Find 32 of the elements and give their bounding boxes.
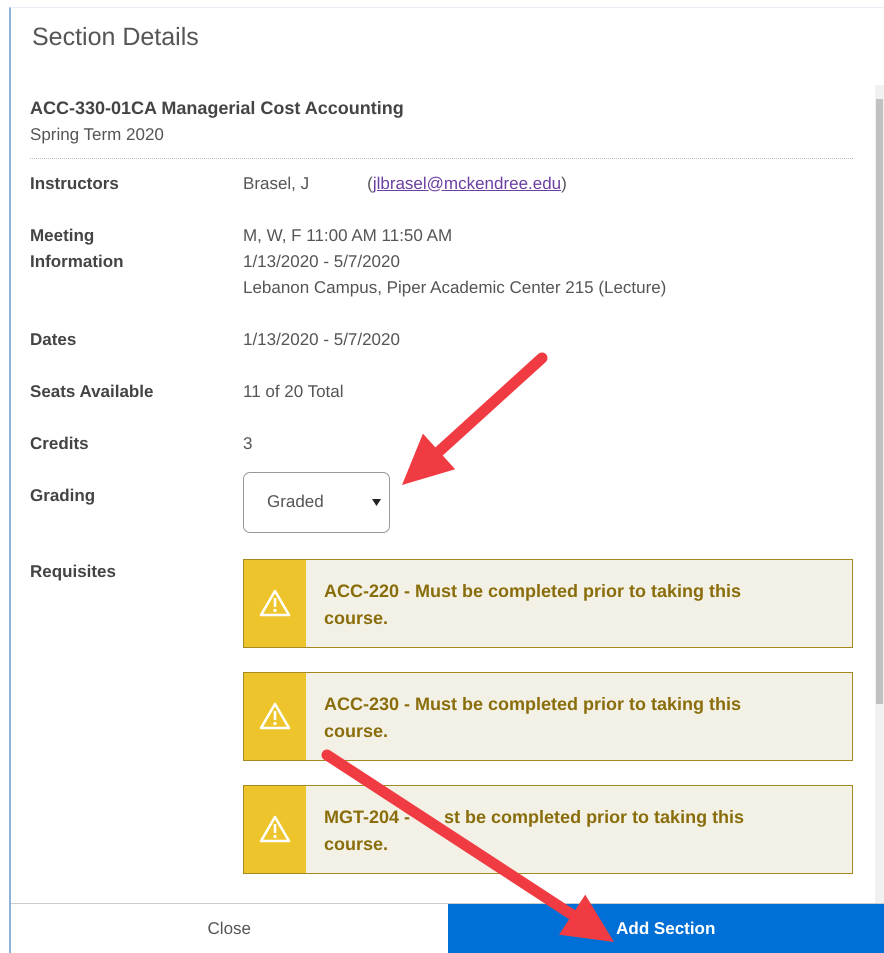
dialog-title: Section Details <box>31 22 200 53</box>
course-title: ACC-330-01CA Managerial Cost Accounting <box>30 97 405 120</box>
scrollbar[interactable] <box>875 85 884 903</box>
warning-icon <box>258 814 292 844</box>
warning-icon <box>258 701 292 731</box>
term-text: Spring Term 2020 <box>30 124 165 146</box>
meeting-text: Lebanon Campus, Piper Academic Center 215 (Lecture) <box>243 276 668 298</box>
grading-dropdown[interactable]: Graded <box>243 472 390 532</box>
parenthesis: ( <box>367 174 373 192</box>
field-label: Meeting Information <box>30 224 124 272</box>
alert-text: st be completed prior to taking this <box>444 806 744 829</box>
add-section-button[interactable]: Add Section <box>448 904 884 953</box>
field-value: 11 of 20 Total <box>243 382 344 400</box>
field-label: Requisites <box>30 560 116 582</box>
warning-icon <box>258 588 292 618</box>
field-label: Grading <box>30 484 96 507</box>
field-label: Seats Available <box>30 380 154 402</box>
field-label: Instructors <box>30 172 119 194</box>
meeting-text: 1/13/2020 - 5/7/2020 <box>243 250 401 272</box>
instructor-name: Brasel, J <box>243 174 310 192</box>
caret-icon <box>372 498 381 506</box>
email-link[interactable]: jlbrasel@mckendree.edu <box>372 174 562 192</box>
alert-text: course. <box>324 832 388 856</box>
field-label: Credits <box>30 432 89 454</box>
field-label: Dates <box>30 328 76 350</box>
alert-text: MGT-204 - <box>324 806 410 828</box>
parenthesis: ) <box>561 174 567 192</box>
alert-text: ACC-220 - Must be completed prior to taking this course. <box>324 580 742 630</box>
meeting-text: M, W, F 11:00 AM 11:50 AM <box>243 224 454 246</box>
field-value: 1/13/2020 - 5/7/2020 <box>243 330 400 348</box>
field-value: 3 <box>243 434 252 452</box>
alert-text: ACC-230 - Must be completed prior to taking this course. <box>324 692 742 742</box>
